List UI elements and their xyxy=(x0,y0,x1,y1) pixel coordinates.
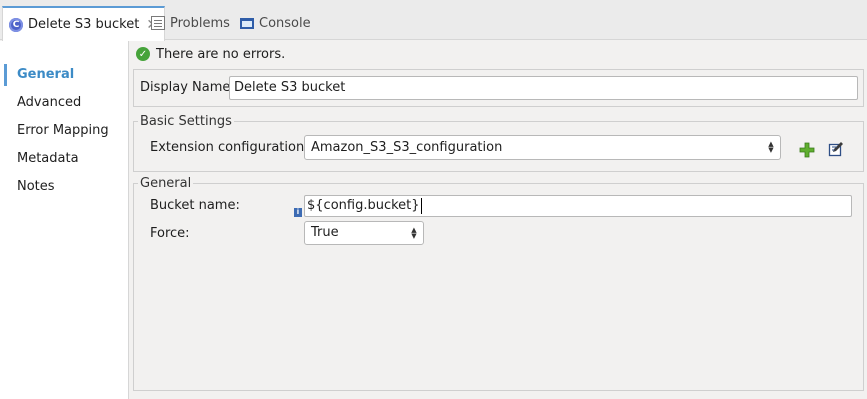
bucket-name-input[interactable]: ${config.bucket} xyxy=(304,195,852,217)
tab-console[interactable]: Console xyxy=(234,6,317,40)
plus-icon[interactable] xyxy=(799,142,815,158)
sidebar-item-general[interactable]: General xyxy=(0,64,128,86)
status-text: There are no errors. xyxy=(156,46,286,62)
check-circle-icon: ✓ xyxy=(136,47,150,61)
display-name-label: Display Name: xyxy=(140,80,235,95)
dropdown-spinner-icon: ▲ ▼ xyxy=(768,140,774,154)
display-name-input[interactable]: Delete S3 bucket xyxy=(229,76,858,100)
tab-problems[interactable]: Problems xyxy=(145,6,236,40)
general-section: General Bucket name: i ${config.bucket} … xyxy=(133,176,864,391)
bucket-name-label: Bucket name: xyxy=(150,198,240,213)
extension-configuration-label: Extension configuration: xyxy=(150,140,309,155)
basic-settings-section: Basic Settings Extension configuration: … xyxy=(133,114,864,172)
sidebar-item-advanced[interactable]: Advanced xyxy=(0,92,128,114)
text-cursor xyxy=(420,197,422,214)
extension-configuration-select[interactable]: Amazon_S3_S3_configuration ▲ ▼ xyxy=(304,135,781,160)
dropdown-spinner-icon: ▲ ▼ xyxy=(411,226,417,240)
tab-delete-s3-bucket[interactable]: C Delete S3 bucket ✕ xyxy=(2,6,166,41)
properties-sidebar: General Advanced Error Mapping Metadata … xyxy=(0,41,129,399)
console-icon xyxy=(240,17,254,29)
problems-icon xyxy=(151,16,165,30)
force-select[interactable]: True ▲ ▼ xyxy=(304,221,424,245)
sidebar-item-error-mapping[interactable]: Error Mapping xyxy=(0,120,128,142)
tab-label: Problems xyxy=(170,15,230,31)
bucket-name-value: ${config.bucket} xyxy=(307,198,420,213)
validation-status: ✓ There are no errors. xyxy=(136,44,285,64)
info-icon: i xyxy=(294,208,302,217)
edit-icon[interactable] xyxy=(828,141,844,157)
force-value: True xyxy=(311,225,339,240)
general-title: General xyxy=(138,176,194,191)
editor-tab-bar: C Delete S3 bucket ✕ Problems Console xyxy=(0,0,867,41)
mule-component-icon: C xyxy=(9,17,23,32)
basic-settings-title: Basic Settings xyxy=(138,114,234,129)
sidebar-item-metadata[interactable]: Metadata xyxy=(0,148,128,170)
sidebar-item-notes[interactable]: Notes xyxy=(0,176,128,198)
display-name-section: Display Name: Delete S3 bucket xyxy=(133,69,864,107)
extension-configuration-value: Amazon_S3_S3_configuration xyxy=(311,140,503,155)
tab-label: Console xyxy=(259,15,311,31)
force-label: Force: xyxy=(150,226,190,241)
tab-label: Delete S3 bucket xyxy=(28,17,140,32)
